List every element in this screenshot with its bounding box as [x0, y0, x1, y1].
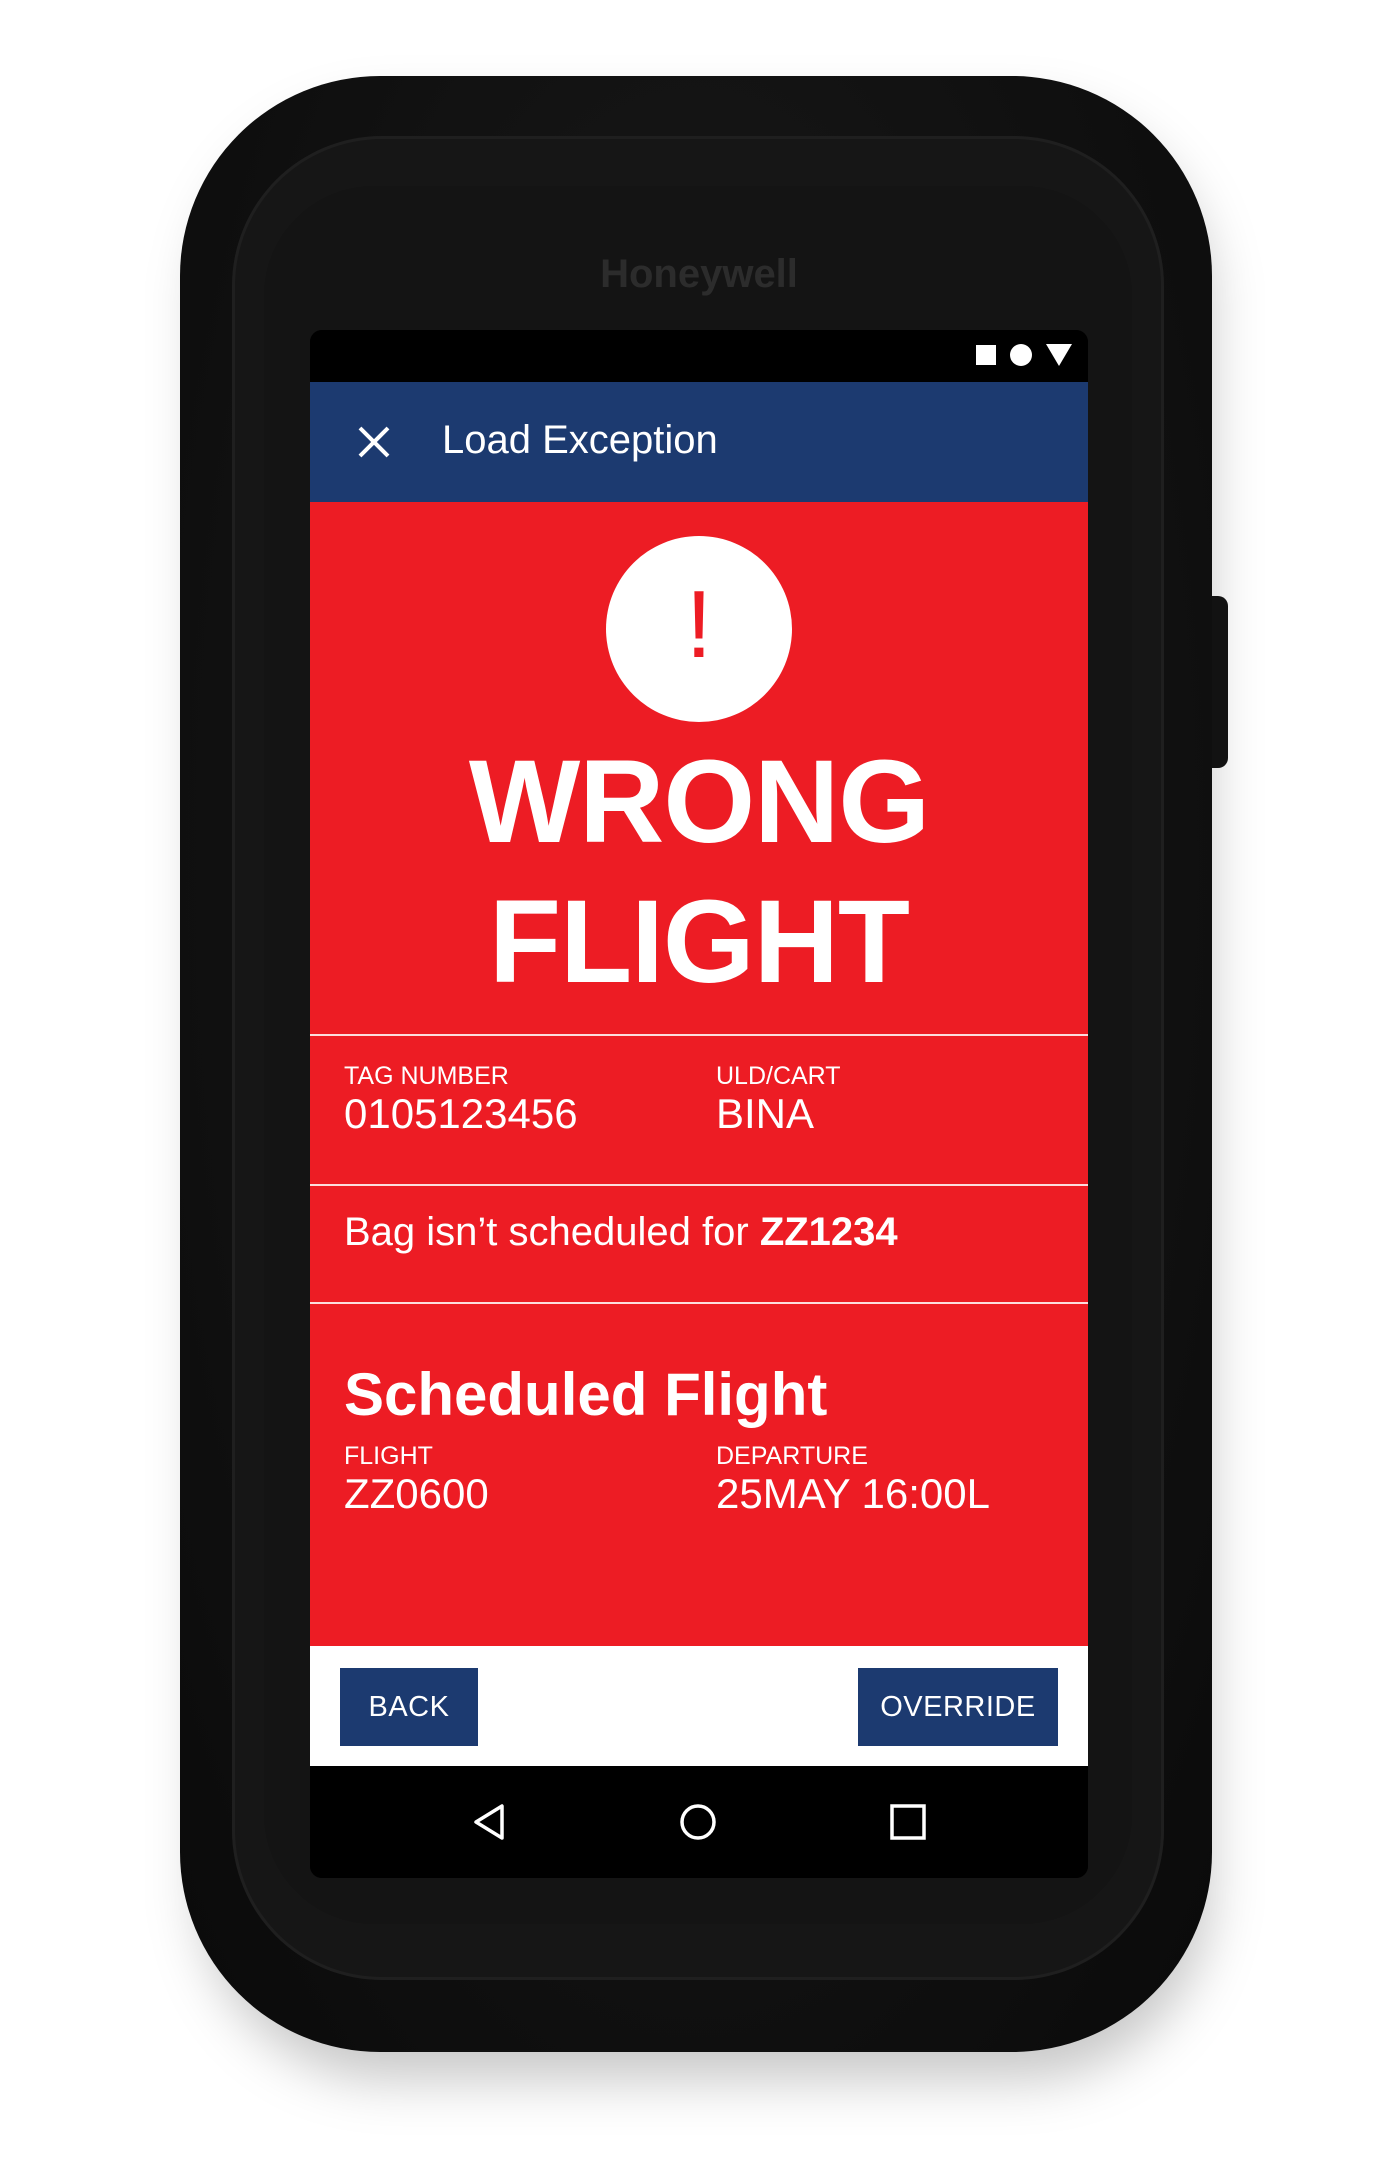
page-title: Load Exception [442, 418, 718, 462]
brand-logo: Honeywell [600, 252, 798, 296]
square-icon [976, 345, 996, 365]
status-bar [310, 330, 1088, 382]
divider [310, 1302, 1088, 1304]
override-button[interactable]: OVERRIDE [858, 1668, 1058, 1746]
alert-icon: ! [606, 536, 792, 722]
dot-icon [1010, 344, 1032, 366]
divider [310, 1034, 1088, 1036]
message-text: Bag isn’t scheduled for [344, 1210, 760, 1254]
flight-value: ZZ0600 [344, 1470, 489, 1517]
tag-number-label: TAG NUMBER [344, 1062, 509, 1090]
message-flight: ZZ1234 [759, 1210, 898, 1254]
section-title: Scheduled Flight [344, 1361, 828, 1428]
tag-number-value: 0105123456 [344, 1090, 578, 1137]
exception-panel: ! WRONG FLIGHT TAG NUMBER 0105123456 ULD… [310, 502, 1088, 1646]
divider [310, 1184, 1088, 1186]
flight-label: FLIGHT [344, 1442, 433, 1470]
app-bar: Load Exception [310, 382, 1088, 502]
exception-message: Bag isn’t scheduled for ZZ1234 [344, 1210, 898, 1255]
exclamation-icon: ! [685, 571, 713, 678]
headline-line-1: WRONG [468, 736, 930, 868]
navigation-bar [310, 1766, 1088, 1878]
uld-cart-label: ULD/CART [716, 1062, 841, 1090]
triangle-icon [1046, 344, 1072, 366]
home-circle-icon[interactable] [678, 1802, 718, 1842]
action-bar: BACK OVERRIDE [310, 1646, 1088, 1766]
departure-value: 25MAY 16:00L [716, 1470, 990, 1517]
close-icon[interactable] [354, 422, 394, 462]
recent-square-icon[interactable] [888, 1802, 928, 1842]
back-triangle-icon[interactable] [470, 1802, 510, 1842]
headline-line-2: FLIGHT [488, 876, 910, 1008]
back-button[interactable]: BACK [340, 1668, 478, 1746]
uld-cart-value: BINA [716, 1090, 815, 1137]
device-screen: Load Exception ! WRONG FLIGHT TAG NUMBER… [310, 330, 1088, 1878]
departure-label: DEPARTURE [716, 1442, 868, 1470]
